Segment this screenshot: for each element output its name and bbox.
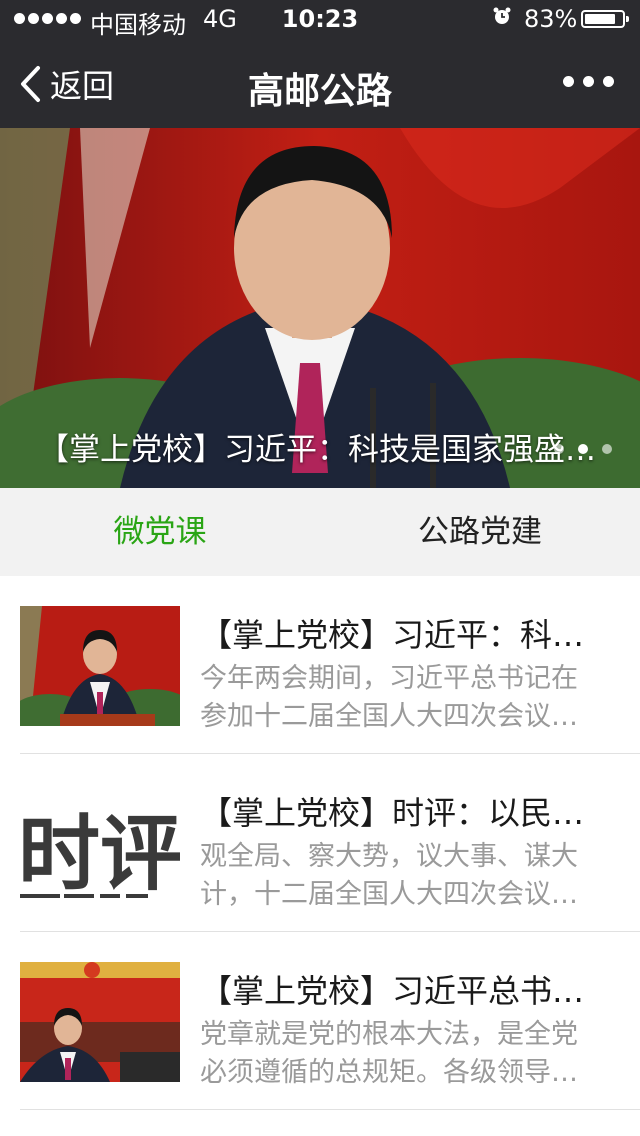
carousel-dot <box>602 444 612 454</box>
banner-caption: 【掌上党校】习近平：科技是国家强盛… <box>38 432 596 468</box>
page-title: 高邮公路 <box>247 71 392 112</box>
article-title: 【掌上党校】习近平总书… <box>200 972 585 1010</box>
status-bar: 中国移动 4G 10:23 83% <box>0 0 640 40</box>
carousel-indicator <box>554 444 612 454</box>
tab-bar: 微党课 公路党建 <box>0 488 640 576</box>
article-summary: 今年两会期间，习近平总书记在 参加十二届全国人大四次会议… <box>200 660 600 736</box>
list-item[interactable]: 时评 【掌上党校】时评：以民… 观全局、察大势，议大事、谋大 计，十二届全国人大… <box>0 754 640 932</box>
navigation-bar: 返回 高邮公路 <box>0 40 640 128</box>
article-title: 【掌上党校】习近平：科… <box>200 616 585 654</box>
tab-highway-party-building[interactable]: 公路党建 <box>320 488 640 576</box>
summary-line: 党章就是党的根本大法，是全党 <box>200 1019 578 1050</box>
tab-micro-party-class[interactable]: 微党课 <box>0 488 320 576</box>
thumbnail-text: 时评 <box>20 807 180 902</box>
article-list: 【掌上党校】习近平：科… 今年两会期间，习近平总书记在 参加十二届全国人大四次会… <box>0 576 640 1110</box>
article-summary: 党章就是党的根本大法，是全党 必须遵循的总规矩。各级领导… <box>200 1016 600 1092</box>
more-dots-icon[interactable] <box>563 76 614 87</box>
summary-line: 计，十二届全国人大四次会议… <box>200 879 578 910</box>
article-thumbnail: 时评 <box>20 784 180 904</box>
summary-line: 观全局、察大势，议大事、谋大 <box>200 841 578 872</box>
summary-line: 必须遵循的总规矩。各级领导… <box>200 1057 578 1088</box>
battery-icon <box>581 10 629 28</box>
battery-percent: 83% <box>524 5 578 33</box>
article-thumbnail <box>20 962 180 1082</box>
divider <box>20 1109 640 1110</box>
carousel-dot <box>554 444 564 454</box>
list-item[interactable]: 【掌上党校】习近平：科… 今年两会期间，习近平总书记在 参加十二届全国人大四次会… <box>0 576 640 754</box>
alarm-clock-icon <box>493 7 511 24</box>
list-item[interactable]: 【掌上党校】习近平总书… 党章就是党的根本大法，是全党 必须遵循的总规矩。各级领… <box>0 932 640 1110</box>
carousel-dot <box>578 444 588 454</box>
summary-line: 参加十二届全国人大四次会议… <box>200 701 578 732</box>
article-title: 【掌上党校】时评：以民… <box>200 794 585 832</box>
banner-carousel[interactable]: 【掌上党校】习近平：科技是国家强盛… <box>0 128 640 488</box>
article-summary: 观全局、察大势，议大事、谋大 计，十二届全国人大四次会议… <box>200 838 600 914</box>
article-thumbnail <box>20 606 180 726</box>
summary-line: 今年两会期间，习近平总书记在 <box>200 663 578 694</box>
